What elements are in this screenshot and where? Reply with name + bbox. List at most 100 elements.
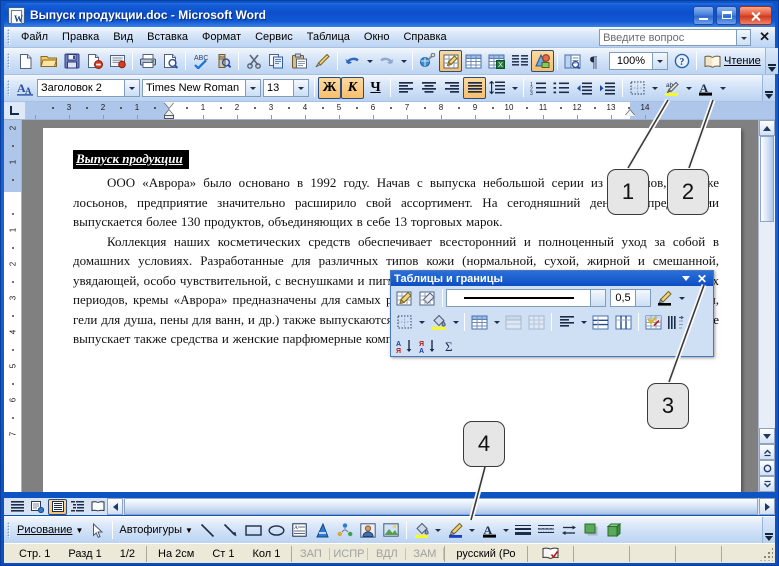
insert-excel-sheet-icon[interactable]: X: [485, 50, 508, 72]
minimize-button[interactable]: [693, 5, 714, 25]
fill-color-icon[interactable]: [410, 519, 433, 541]
style-dropdown-icon[interactable]: [125, 79, 140, 97]
bold-button[interactable]: Ж: [318, 77, 341, 99]
clip-art-icon[interactable]: [357, 519, 380, 541]
text-box-icon[interactable]: A: [288, 519, 311, 541]
draw-table-pencil-icon[interactable]: [393, 287, 416, 309]
horizontal-ruler[interactable]: 3 2 1 1 2 3 4 5 6 7 8 9 10 11 12 13 14: [4, 102, 775, 120]
paste-icon[interactable]: [288, 50, 311, 72]
font-color-dropdown-icon[interactable]: [717, 77, 728, 99]
vertical-scroll-thumb[interactable]: [760, 136, 774, 222]
status-mode-ovr[interactable]: ЗАМ: [406, 547, 445, 560]
new-document-icon[interactable]: [14, 50, 37, 72]
menu-help[interactable]: Справка: [396, 29, 453, 45]
wordart-icon[interactable]: [311, 519, 334, 541]
print-layout-view-icon[interactable]: [48, 498, 67, 515]
rectangle-icon[interactable]: [242, 519, 265, 541]
align-center-icon[interactable]: [417, 77, 440, 99]
oval-icon[interactable]: [265, 519, 288, 541]
help-question-icon[interactable]: ?: [670, 50, 693, 72]
font-dropdown-icon[interactable]: [246, 79, 261, 97]
document-map-icon[interactable]: [561, 50, 584, 72]
standard-toolbar-overflow[interactable]: [764, 48, 778, 74]
resize-grip[interactable]: [759, 546, 773, 561]
dash-style-icon[interactable]: [535, 519, 558, 541]
print-preview-icon[interactable]: [159, 50, 182, 72]
vertical-ruler[interactable]: 2 1 1 2 3 4 5 6 7: [4, 120, 22, 492]
right-indent-marker[interactable]: [625, 110, 635, 116]
eraser-icon[interactable]: [416, 287, 439, 309]
maximize-button[interactable]: [716, 5, 737, 25]
redo-icon[interactable]: [375, 50, 398, 72]
reading-layout-button[interactable]: Чтение: [700, 53, 765, 70]
left-indent-marker[interactable]: [164, 115, 174, 119]
style-value[interactable]: Заголовок 2: [37, 79, 125, 97]
insert-hyperlink-icon[interactable]: [416, 50, 439, 72]
highlight-color-icon[interactable]: ab: [660, 77, 683, 99]
outside-border-dropdown-icon[interactable]: [416, 311, 427, 333]
insert-table-icon[interactable]: [462, 50, 485, 72]
align-cell-dropdown-icon[interactable]: [578, 311, 589, 333]
line-color-icon[interactable]: [444, 519, 467, 541]
next-page-button[interactable]: [759, 476, 775, 492]
tables-and-borders-toolbar[interactable]: Таблицы и границы ✕ 0,5 А Я Я А Σ: [390, 270, 714, 357]
vertical-scrollbar[interactable]: [758, 120, 775, 492]
fill-color-dropdown-icon[interactable]: [433, 519, 444, 541]
font-color-icon[interactable]: A: [478, 519, 501, 541]
menu-table[interactable]: Таблица: [300, 29, 357, 45]
select-objects-arrow-icon[interactable]: [86, 519, 109, 541]
scroll-left-button[interactable]: [107, 498, 123, 515]
cut-scissors-icon[interactable]: [242, 50, 265, 72]
font-color-dropdown-icon[interactable]: [501, 519, 512, 541]
menu-file[interactable]: Файл: [14, 29, 55, 45]
show-formatting-marks-icon[interactable]: ¶: [584, 50, 607, 72]
columns-icon[interactable]: [508, 50, 531, 72]
ask-a-question-dropdown[interactable]: [737, 28, 752, 46]
3d-style-icon[interactable]: [604, 519, 627, 541]
menu-window[interactable]: Окно: [357, 29, 397, 45]
menu-format[interactable]: Формат: [195, 29, 248, 45]
merge-cells-icon[interactable]: [502, 311, 525, 333]
tables-and-borders-icon[interactable]: [439, 50, 462, 72]
menu-insert[interactable]: Вставка: [140, 29, 195, 45]
format-painter-icon[interactable]: [311, 50, 334, 72]
scroll-up-button[interactable]: [759, 120, 775, 136]
borders-dropdown-icon[interactable]: [649, 77, 660, 99]
chevron-down-icon[interactable]: [681, 276, 690, 281]
spelling-check-icon[interactable]: ABC: [189, 50, 212, 72]
sort-descending-icon[interactable]: ЯА: [416, 335, 439, 357]
sort-ascending-icon[interactable]: АЯ: [393, 335, 416, 357]
line-style-icon[interactable]: [512, 519, 535, 541]
shading-color-dropdown-icon[interactable]: [450, 311, 461, 333]
increase-indent-icon[interactable]: [596, 77, 619, 99]
decrease-indent-icon[interactable]: [573, 77, 596, 99]
first-line-indent-marker[interactable]: [164, 102, 174, 108]
horizontal-scroll-thumb[interactable]: [124, 498, 758, 515]
font-size-dropdown-icon[interactable]: [294, 79, 309, 97]
outside-border-icon[interactable]: [626, 77, 649, 99]
line-weight-dropdown-icon[interactable]: [636, 289, 651, 307]
outline-view-icon[interactable]: [68, 499, 87, 515]
align-right-icon[interactable]: [440, 77, 463, 99]
formatting-toolbar-overflow[interactable]: [762, 75, 775, 101]
status-spelling-group[interactable]: [528, 545, 574, 562]
zoom-value[interactable]: 100%: [609, 52, 653, 70]
copy-icon[interactable]: [265, 50, 288, 72]
underline-button[interactable]: Ч: [364, 77, 387, 99]
menu-edit[interactable]: Правка: [55, 29, 106, 45]
permission-icon[interactable]: [106, 50, 129, 72]
numbered-list-icon[interactable]: 123: [527, 77, 550, 99]
line-style-dropdown-icon[interactable]: [591, 289, 606, 307]
outside-border-icon[interactable]: [393, 311, 416, 333]
line-icon[interactable]: [196, 519, 219, 541]
print-icon[interactable]: [136, 50, 159, 72]
align-justify-icon[interactable]: [463, 77, 486, 99]
redo-dropdown-icon[interactable]: [398, 50, 409, 72]
insert-table-dropdown-icon[interactable]: [491, 311, 502, 333]
close-button[interactable]: [739, 5, 772, 25]
status-mode-ext[interactable]: ВДЛ: [368, 547, 407, 560]
mail-recipient-icon[interactable]: [83, 50, 106, 72]
menu-view[interactable]: Вид: [106, 29, 140, 45]
save-disk-icon[interactable]: [60, 50, 83, 72]
shading-color-icon[interactable]: [427, 311, 450, 333]
